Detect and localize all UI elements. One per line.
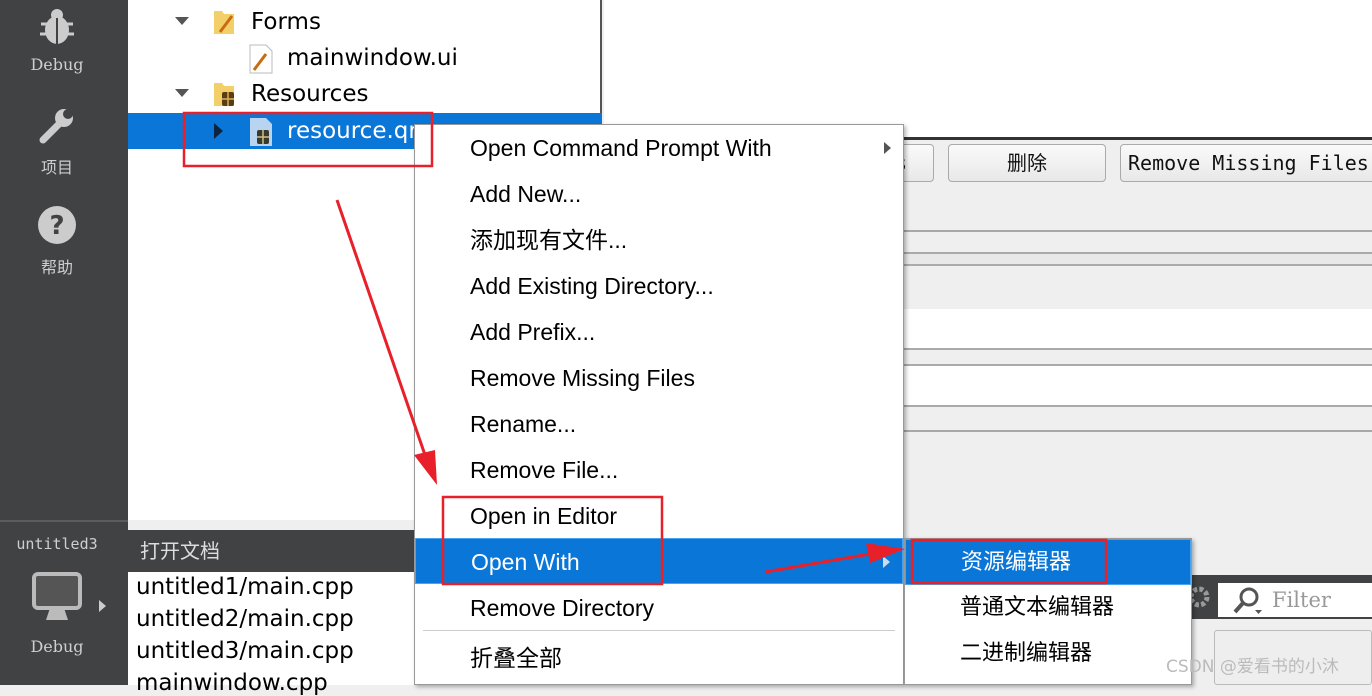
document-item[interactable]: untitled2/main.cpp <box>136 606 354 632</box>
menu-add-existing-directory[interactable]: Add Existing Directory... <box>415 263 903 309</box>
expanded-arrow-icon <box>175 89 189 97</box>
chevron-right-icon <box>99 600 106 612</box>
menu-remove-file[interactable]: Remove File... <box>415 447 903 493</box>
menu-open-in-editor[interactable]: Open in Editor <box>415 493 903 539</box>
svg-text:?: ? <box>49 211 64 241</box>
language-field[interactable] <box>904 366 1372 407</box>
open-documents-list: untitled1/main.cpp untitled2/main.cpp un… <box>128 572 414 696</box>
monitor-icon <box>32 572 82 620</box>
tree-label: mainwindow.ui <box>287 45 458 71</box>
document-item[interactable]: mainwindow.cpp <box>136 670 328 696</box>
delete-button[interactable]: 删除 <box>948 144 1106 182</box>
search-icon <box>1233 587 1262 614</box>
submenu-resource-editor[interactable]: 资源编辑器 <box>905 539 1191 585</box>
prefix-field[interactable] <box>904 309 1372 350</box>
bug-icon <box>40 9 74 44</box>
submenu-arrow-icon <box>883 556 890 568</box>
project-label: 项目 <box>40 158 73 177</box>
tree-label: resource.qr <box>287 118 418 144</box>
tree-item-mainwindow-ui[interactable]: mainwindow.ui <box>128 40 602 76</box>
submenu-binary-editor[interactable]: 二进制编辑器 <box>905 631 1191 677</box>
wrench-icon <box>39 109 73 144</box>
kit-name: untitled3 <box>16 535 98 553</box>
sidebar-divider <box>0 520 128 522</box>
open-with-submenu: 资源编辑器 普通文本编辑器 二进制编辑器 <box>904 538 1192 685</box>
expanded-arrow-icon <box>175 17 189 25</box>
editor-area <box>604 0 1372 140</box>
open-documents-title: 打开文档 <box>128 530 414 572</box>
forms-folder-icon <box>214 11 234 34</box>
menu-collapse-all[interactable]: 折叠全部 <box>415 635 903 681</box>
document-item[interactable]: untitled3/main.cpp <box>136 638 354 664</box>
context-menu: Open Command Prompt With Add New... 添加现有… <box>414 124 904 685</box>
menu-label: Open Command Prompt With <box>470 135 772 161</box>
menu-rename[interactable]: Rename... <box>415 401 903 447</box>
remove-missing-files-button[interactable]: Remove Missing Files <box>1120 144 1372 182</box>
menu-add-prefix[interactable]: Add Prefix... <box>415 309 903 355</box>
menu-add-existing-files[interactable]: 添加现有文件... <box>415 217 903 263</box>
resources-folder-icon <box>214 83 234 106</box>
submenu-plain-text-editor[interactable]: 普通文本编辑器 <box>905 585 1191 631</box>
menu-separator <box>423 630 895 631</box>
tree-item-forms[interactable]: Forms <box>128 4 602 40</box>
menu-open-with[interactable]: Open With <box>415 538 903 584</box>
divider <box>904 230 1372 232</box>
qrc-file-icon <box>250 118 272 146</box>
ui-file-icon <box>249 44 273 74</box>
divider <box>904 430 1372 432</box>
debug-label: Debug <box>30 55 84 74</box>
menu-remove-directory[interactable]: Remove Directory <box>415 585 903 631</box>
tree-item-resources[interactable]: Resources <box>128 76 602 112</box>
collapsed-arrow-icon <box>214 123 223 139</box>
menu-remove-missing-files[interactable]: Remove Missing Files <box>415 355 903 401</box>
document-item[interactable]: untitled1/main.cpp <box>136 574 354 600</box>
kit-mode: Debug <box>30 637 84 656</box>
tree-label: Forms <box>251 9 321 35</box>
menu-add-new[interactable]: Add New... <box>415 171 903 217</box>
mode-sidebar: Debug 项目 ? 帮助 untitled3 Debug <box>0 0 128 685</box>
watermark: CSDN @爱看书的小沐 <box>1166 657 1339 677</box>
help-icon: ? <box>38 206 76 244</box>
tree-label: Resources <box>251 81 369 107</box>
menu-label: Open With <box>471 549 580 575</box>
submenu-arrow-icon <box>884 142 891 154</box>
divider <box>904 252 1372 266</box>
menu-open-command-prompt[interactable]: Open Command Prompt With <box>415 125 903 171</box>
help-label: 帮助 <box>40 258 73 277</box>
